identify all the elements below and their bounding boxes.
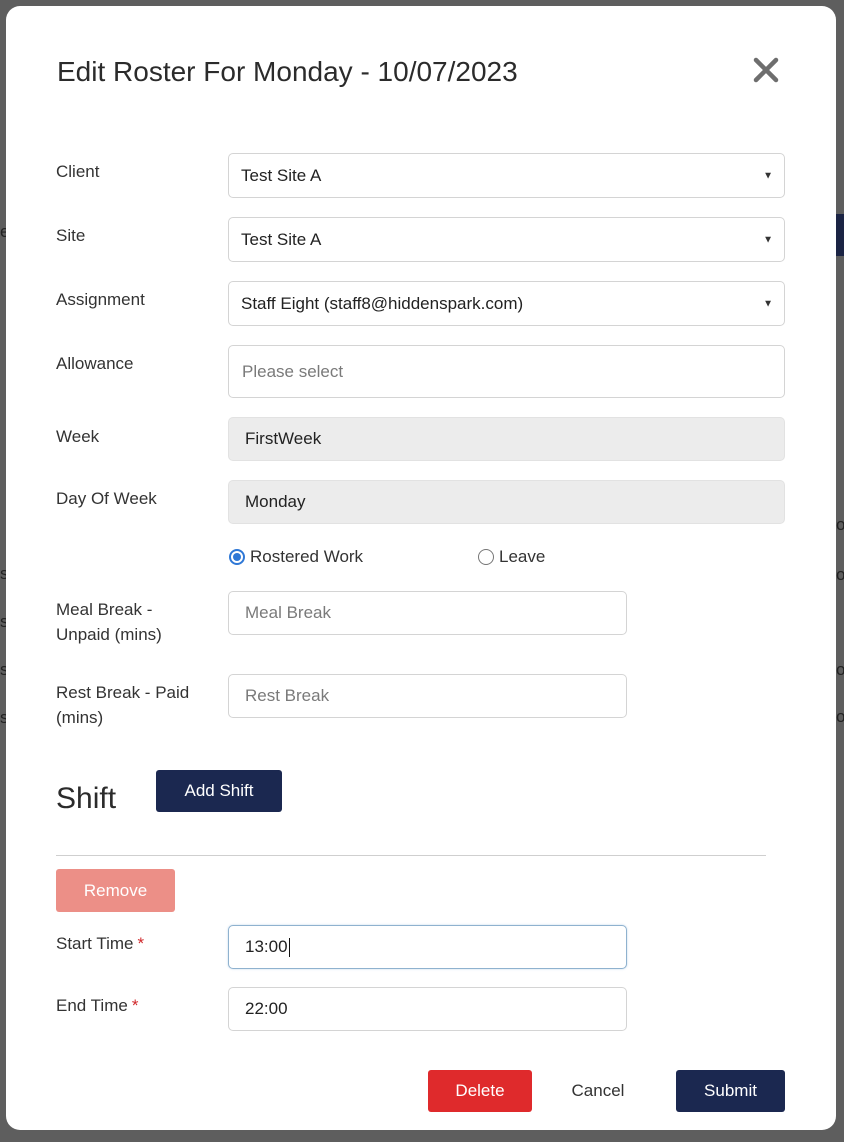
end-time-label: End Time * <box>56 993 138 1018</box>
site-label: Site <box>56 226 86 245</box>
required-asterisk: * <box>137 934 145 953</box>
remove-shift-button[interactable]: Remove <box>56 869 175 912</box>
radio-unchecked-icon <box>478 549 494 565</box>
assignment-select-value: Staff Eight (staff8@hiddenspark.com) <box>241 293 524 313</box>
site-select[interactable]: Test Site A ▼ <box>228 217 785 262</box>
day-of-week-value: Monday <box>245 492 306 511</box>
radio-leave[interactable]: Leave <box>478 547 545 567</box>
background-text-fragment: o <box>836 707 844 726</box>
meal-break-label: Meal Break - Unpaid (mins) <box>56 597 162 647</box>
add-shift-button[interactable]: Add Shift <box>156 770 282 812</box>
required-asterisk: * <box>131 996 139 1015</box>
text-cursor <box>288 937 290 957</box>
rest-break-placeholder: Rest Break <box>245 686 330 705</box>
week-value: FirstWeek <box>245 429 322 448</box>
week-label: Week <box>56 427 100 446</box>
client-select-value: Test Site A <box>241 165 322 185</box>
rest-break-label: Rest Break - Paid (mins) <box>56 680 189 730</box>
meal-break-input[interactable]: Meal Break <box>228 591 627 635</box>
day-of-week-field: Monday <box>228 480 785 524</box>
submit-button[interactable]: Submit <box>676 1070 785 1112</box>
meal-break-label-line1: Meal Break - <box>56 600 153 619</box>
rest-break-label-line1: Rest Break - Paid <box>56 683 190 702</box>
client-select[interactable]: Test Site A ▼ <box>228 153 785 198</box>
assignment-label: Assignment <box>56 290 145 309</box>
start-time-label-text: Start Time <box>56 934 134 953</box>
radio-rostered-work-label: Rostered Work <box>250 547 364 566</box>
close-icon <box>753 57 779 83</box>
edit-roster-modal: Edit Roster For Monday - 10/07/2023 Clie… <box>6 6 836 1130</box>
site-select-value: Test Site A <box>241 229 322 249</box>
dropdown-caret-icon: ▼ <box>763 170 773 181</box>
dropdown-caret-icon: ▼ <box>763 234 773 245</box>
close-button[interactable] <box>750 54 782 86</box>
allowance-placeholder: Please select <box>242 361 344 381</box>
allowance-label: Allowance <box>56 354 134 373</box>
end-time-label-text: End Time <box>56 996 128 1015</box>
end-time-input[interactable]: 22:00 <box>228 987 627 1031</box>
meal-break-label-line2: Unpaid (mins) <box>56 625 162 644</box>
week-field: FirstWeek <box>228 417 785 461</box>
dropdown-caret-icon: ▼ <box>763 298 773 309</box>
allowance-multiselect[interactable]: Please select <box>228 345 785 398</box>
cancel-button[interactable]: Cancel <box>554 1070 642 1112</box>
background-text-fragment: o <box>836 515 844 534</box>
radio-checked-icon <box>229 549 245 565</box>
shift-divider <box>56 855 766 856</box>
assignment-select[interactable]: Staff Eight (staff8@hiddenspark.com) ▼ <box>228 281 785 326</box>
client-label: Client <box>56 162 100 181</box>
background-text-fragment: o <box>836 565 844 584</box>
modal-title: Edit Roster For Monday - 10/07/2023 <box>57 56 518 87</box>
start-time-input[interactable]: 13:00 <box>228 925 627 969</box>
rest-break-label-line2: (mins) <box>56 708 104 727</box>
shift-section-title: Shift <box>56 782 117 815</box>
delete-button[interactable]: Delete <box>428 1070 532 1112</box>
meal-break-placeholder: Meal Break <box>245 603 331 622</box>
background-text-fragment: o <box>836 660 844 679</box>
day-of-week-label: Day Of Week <box>56 489 157 508</box>
radio-rostered-work[interactable]: Rostered Work <box>229 547 363 567</box>
rest-break-input[interactable]: Rest Break <box>228 674 627 718</box>
start-time-value: 13:00 <box>245 937 288 956</box>
radio-leave-label: Leave <box>499 547 546 566</box>
end-time-value: 22:00 <box>245 999 288 1018</box>
start-time-label: Start Time * <box>56 931 144 956</box>
